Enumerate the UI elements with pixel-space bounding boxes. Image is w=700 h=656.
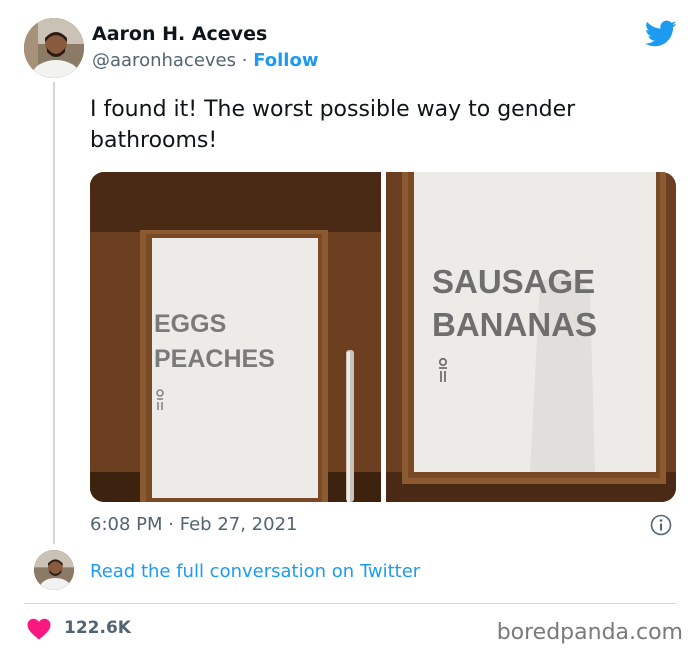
tweet-media[interactable]: EGGS PEACHES SAUSAGE BANANAS <box>90 172 676 502</box>
author-avatar[interactable] <box>24 18 84 78</box>
tweet-time[interactable]: 6:08 PM <box>90 514 163 535</box>
tweet-timestamp[interactable]: 6:08 PM · Feb 27, 2021 <box>90 514 297 535</box>
thread-line <box>53 82 55 544</box>
handle-separator: · <box>241 50 248 71</box>
tweet-text: I found it! The worst possible way to ge… <box>90 97 576 153</box>
follow-button[interactable]: Follow <box>253 50 318 71</box>
left-sign-line2: PEACHES <box>154 345 275 373</box>
divider <box>24 603 676 604</box>
right-sign-line2: BANANAS <box>432 306 597 343</box>
tweet-date[interactable]: Feb 27, 2021 <box>180 514 298 535</box>
right-photo: SAUSAGE BANANAS <box>386 172 676 502</box>
like-count[interactable]: 122.6K <box>64 618 131 638</box>
author-name[interactable]: Aaron H. Aceves <box>92 23 267 45</box>
heart-icon[interactable] <box>27 618 51 640</box>
read-conversation-link[interactable]: Read the full conversation on Twitter <box>90 561 420 582</box>
left-sign-line1: EGGS <box>154 310 226 338</box>
left-photo: EGGS PEACHES <box>90 172 381 502</box>
right-sign-line1: SAUSAGE <box>432 263 595 300</box>
timestamp-separator: · <box>168 514 174 535</box>
twitter-bird-icon[interactable] <box>645 20 677 48</box>
boredpanda-watermark: boredpanda.com <box>496 620 683 645</box>
conversation-avatar[interactable] <box>34 550 74 590</box>
handle-row: @aaronhaceves · Follow <box>92 50 318 71</box>
info-icon[interactable] <box>650 514 672 536</box>
author-handle[interactable]: @aaronhaceves <box>92 50 236 71</box>
